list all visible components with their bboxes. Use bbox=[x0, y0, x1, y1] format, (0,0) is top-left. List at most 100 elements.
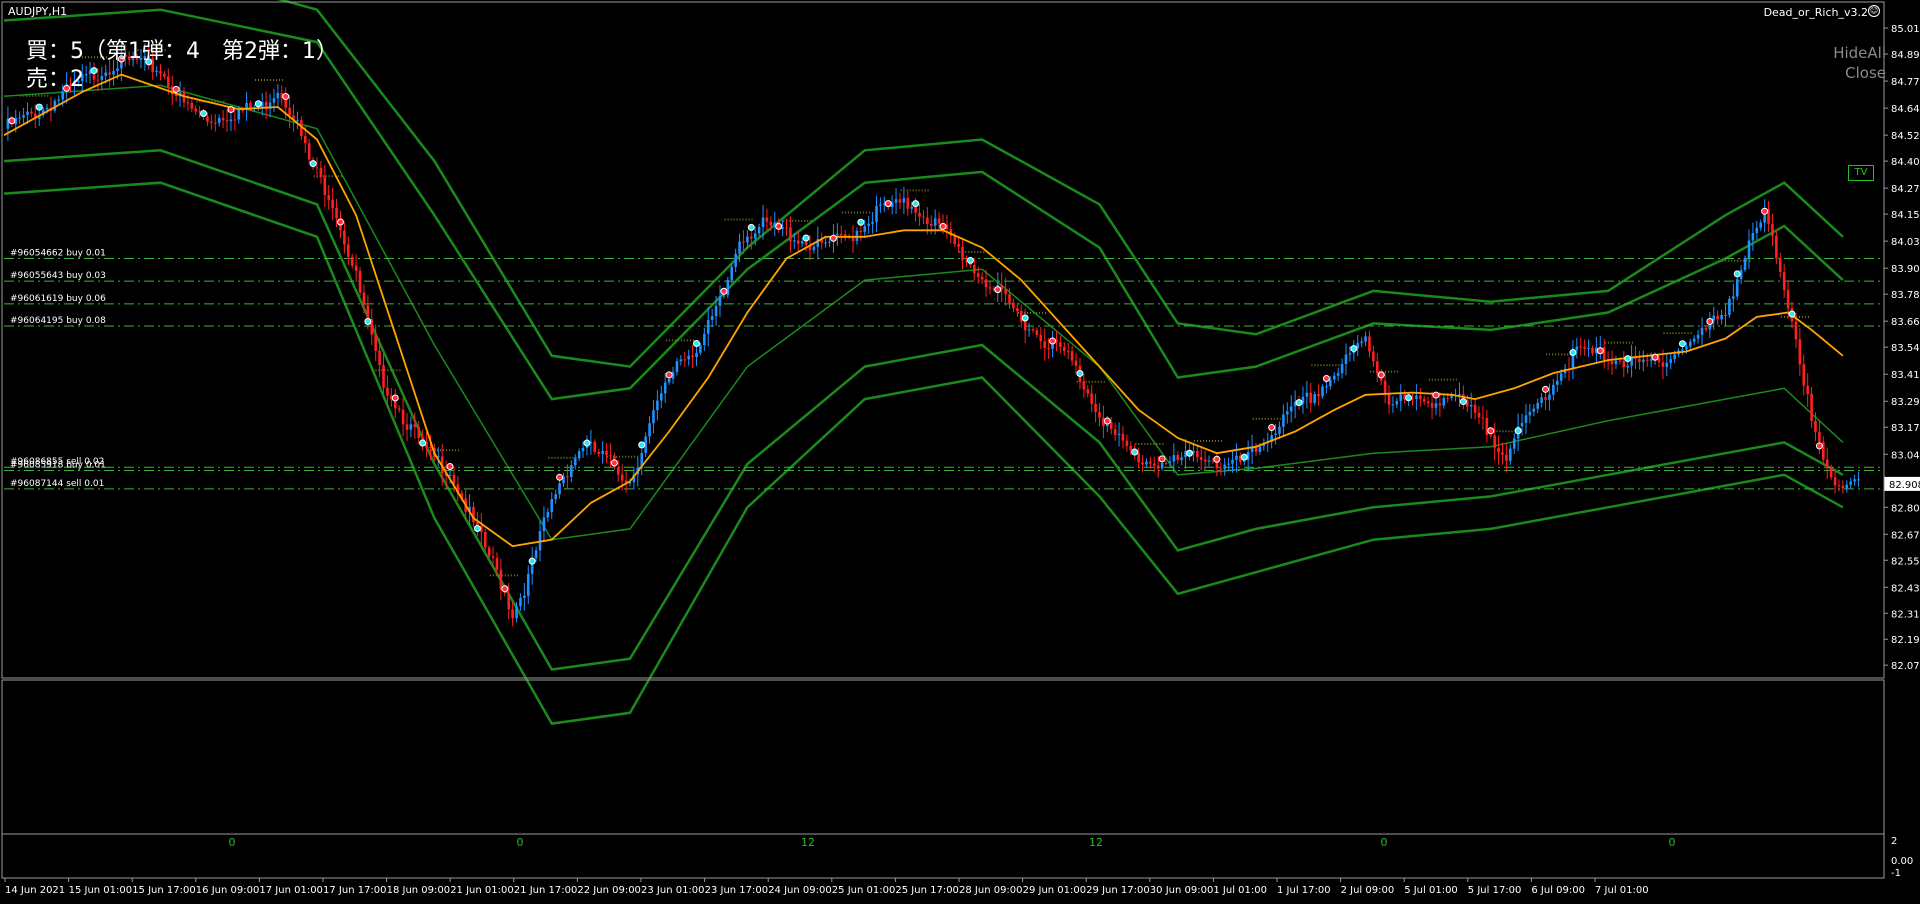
chart-canvas[interactable]: #96054662 buy 0.01 #96055643 buy 0.03 #960… bbox=[0, 0, 1920, 900]
candle-body bbox=[554, 494, 557, 500]
candle-body bbox=[1810, 394, 1813, 422]
candle-body bbox=[699, 345, 702, 353]
trade-marker bbox=[1076, 369, 1084, 377]
candle-body bbox=[288, 107, 291, 116]
candle-body bbox=[898, 199, 902, 203]
x-tick-label: 25 Jun 01:00 bbox=[832, 885, 896, 896]
sub-y-label: 2 bbox=[1891, 836, 1897, 847]
x-tick-label: 15 Jun 17:00 bbox=[132, 885, 196, 896]
candle-body bbox=[213, 122, 217, 124]
x-tick-label: 1 Jul 17:00 bbox=[1277, 885, 1331, 896]
x-tick-label: 21 Jun 17:00 bbox=[514, 885, 578, 896]
candle-body bbox=[566, 476, 569, 478]
candle-body bbox=[217, 117, 221, 123]
candle-body bbox=[397, 408, 401, 410]
candle-body bbox=[929, 223, 933, 226]
candle-body bbox=[859, 230, 863, 232]
candle-body bbox=[1074, 360, 1078, 366]
candle-body bbox=[1544, 397, 1547, 400]
candle-body bbox=[499, 569, 503, 590]
candle-body bbox=[487, 547, 491, 557]
candle-body bbox=[1129, 445, 1133, 451]
candle-body bbox=[1332, 375, 1336, 380]
trade-marker bbox=[556, 473, 564, 481]
x-tick-label: 7 Jul 01:00 bbox=[1595, 885, 1649, 896]
sub-marker: 12 bbox=[1089, 836, 1103, 849]
candle-body bbox=[1305, 392, 1309, 397]
candle-body bbox=[1047, 348, 1050, 350]
candle-body bbox=[910, 206, 913, 209]
close-button[interactable]: Close bbox=[1845, 64, 1886, 82]
candle-body bbox=[593, 441, 597, 452]
y-tick-label: 83.785 bbox=[1891, 290, 1920, 301]
candle-body bbox=[1062, 346, 1066, 351]
candle-body bbox=[1227, 463, 1230, 465]
candle-body bbox=[1681, 349, 1684, 351]
candle-body bbox=[1160, 463, 1164, 469]
candle-body bbox=[523, 595, 526, 598]
candle-body bbox=[1775, 235, 1778, 259]
candle-body bbox=[1387, 394, 1391, 405]
tv-button[interactable]: TV bbox=[1848, 165, 1874, 181]
candle-body bbox=[1070, 351, 1074, 361]
candle-body bbox=[1833, 477, 1837, 486]
candle-body bbox=[347, 244, 350, 257]
candle-body bbox=[871, 221, 874, 224]
candle-body bbox=[1309, 392, 1313, 403]
sub-marker: 0 bbox=[1669, 836, 1676, 849]
candle-body bbox=[483, 531, 487, 548]
sub-y-label: -1 bbox=[1891, 868, 1901, 879]
candle-body bbox=[272, 98, 276, 103]
order-label-5: #96085918 buy 0.01 bbox=[10, 460, 106, 470]
candle-body bbox=[1853, 479, 1856, 482]
candle-body bbox=[1016, 308, 1019, 312]
candle-body bbox=[581, 447, 585, 452]
band-line-3 bbox=[3, 149, 1844, 671]
candle-body bbox=[26, 111, 29, 116]
candle-body bbox=[229, 119, 233, 122]
candle-body bbox=[386, 387, 389, 396]
trade-marker bbox=[638, 441, 646, 449]
candle-body bbox=[620, 474, 624, 481]
y-tick-label: 84.770 bbox=[1891, 77, 1920, 88]
candle-body bbox=[378, 350, 381, 366]
candle-body bbox=[343, 230, 346, 245]
candle-body bbox=[765, 217, 769, 222]
candle-body bbox=[1164, 463, 1168, 465]
candle-body bbox=[1039, 334, 1043, 342]
trade-marker bbox=[501, 585, 509, 593]
candle-body bbox=[1837, 485, 1841, 487]
candle-body bbox=[1481, 417, 1485, 419]
candle-body bbox=[296, 120, 299, 122]
candle-body bbox=[675, 361, 679, 372]
candle-body bbox=[1642, 359, 1645, 363]
candle-body bbox=[1325, 386, 1328, 388]
symbol-label: AUDJPY,H1 bbox=[8, 5, 68, 18]
candle-body bbox=[793, 240, 796, 242]
x-tick-label: 2 Jul 09:00 bbox=[1341, 885, 1395, 896]
candle-body bbox=[1818, 432, 1821, 442]
candle-body bbox=[984, 279, 988, 288]
trade-marker bbox=[1049, 337, 1057, 345]
candle-body bbox=[1755, 227, 1759, 234]
candle-body bbox=[749, 236, 753, 239]
candle-body bbox=[1732, 296, 1735, 299]
candle-body bbox=[1434, 403, 1438, 408]
x-tick-label: 21 Jun 01:00 bbox=[450, 885, 514, 896]
sub-marker: 0 bbox=[229, 836, 236, 849]
candle-body bbox=[546, 512, 550, 518]
price-chart[interactable]: #96054662 buy 0.01 #96055643 buy 0.03 #960… bbox=[0, 0, 1920, 900]
candle-body bbox=[1497, 447, 1500, 453]
candle-body bbox=[1704, 327, 1708, 330]
candle-body bbox=[597, 451, 600, 454]
candle-body bbox=[988, 287, 992, 289]
candle-body bbox=[1751, 233, 1755, 241]
candle-body bbox=[1395, 401, 1399, 405]
candle-body bbox=[1442, 397, 1446, 406]
hide-all-button[interactable]: HideAll bbox=[1833, 44, 1886, 62]
candle-body bbox=[1121, 434, 1125, 441]
candle-body bbox=[796, 240, 800, 244]
candle-body bbox=[1477, 412, 1481, 418]
candle-body bbox=[937, 218, 941, 224]
candle-body bbox=[667, 378, 671, 383]
